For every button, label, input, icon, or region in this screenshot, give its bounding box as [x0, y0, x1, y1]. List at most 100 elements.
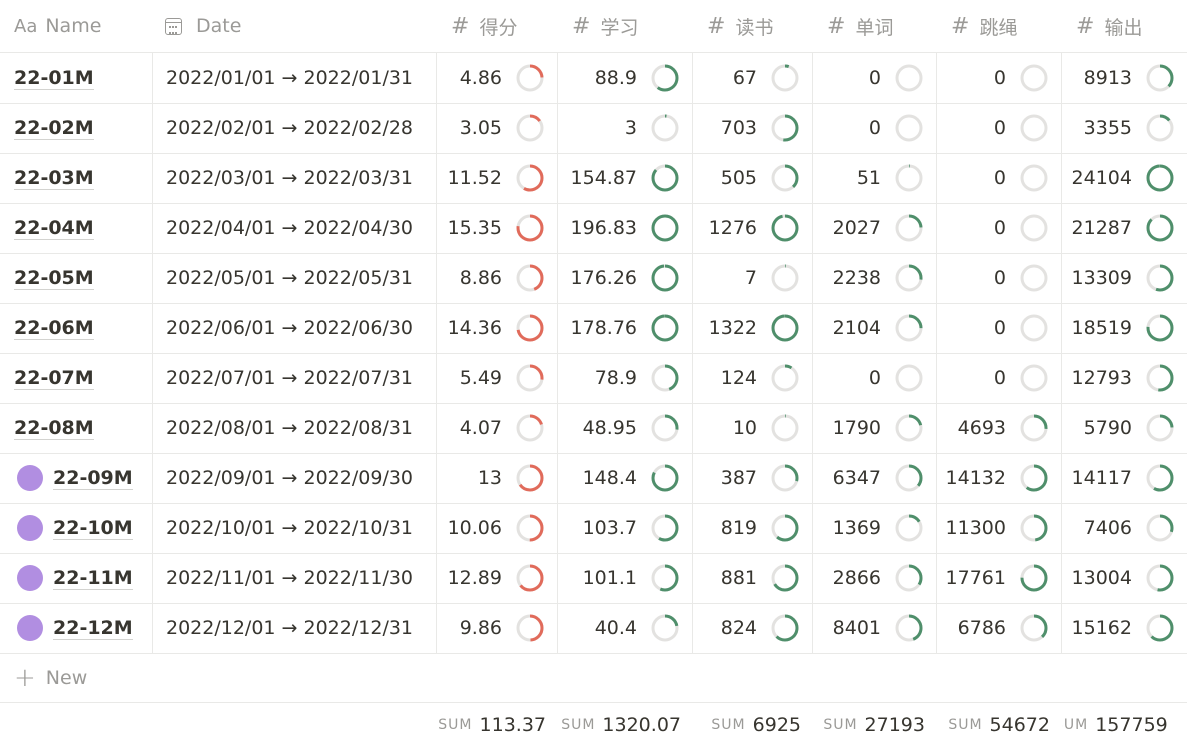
row-title-link[interactable]: 22-09M [53, 467, 133, 490]
output-cell[interactable]: 24104 [1062, 153, 1187, 203]
output-cell[interactable]: 3355 [1062, 103, 1187, 153]
date-cell[interactable]: 2022/08/01 → 2022/08/31 [153, 403, 437, 453]
jumprope-cell[interactable]: 0 [937, 153, 1062, 203]
score-cell[interactable]: 12.89 [437, 553, 558, 603]
name-cell[interactable]: 22-10M [0, 503, 153, 553]
name-cell[interactable]: 22-12M [0, 603, 153, 653]
study-cell[interactable]: 148.4 [558, 453, 693, 503]
study-cell[interactable]: 176.26 [558, 253, 693, 303]
output-cell[interactable]: 18519 [1062, 303, 1187, 353]
table-row[interactable]: 22-02M 2022/02/01 → 2022/02/28 3.05 3 703 0 0 3… [0, 103, 1187, 154]
row-title-link[interactable]: 22-02M [14, 117, 94, 140]
column-header-score[interactable]: # 得分 [437, 0, 558, 52]
jumprope-cell[interactable]: 11300 [937, 503, 1062, 553]
sum-cell-output[interactable]: SUM 157759 [1062, 702, 1187, 748]
jumprope-cell[interactable]: 0 [937, 53, 1062, 103]
output-cell[interactable]: 8913 [1062, 53, 1187, 103]
study-cell[interactable]: 101.1 [558, 553, 693, 603]
reading-cell[interactable]: 819 [693, 503, 813, 553]
reading-cell[interactable]: 824 [693, 603, 813, 653]
words-cell[interactable]: 1790 [813, 403, 937, 453]
row-title-link[interactable]: 22-10M [53, 517, 133, 540]
table-row[interactable]: 22-06M 2022/06/01 → 2022/06/30 14.36 178.76… [0, 303, 1187, 354]
jumprope-cell[interactable]: 0 [937, 203, 1062, 253]
score-cell[interactable]: 3.05 [437, 103, 558, 153]
reading-cell[interactable]: 10 [693, 403, 813, 453]
date-cell[interactable]: 2022/04/01 → 2022/04/30 [153, 203, 437, 253]
row-title-link[interactable]: 22-11M [53, 567, 133, 590]
jumprope-cell[interactable]: 0 [937, 253, 1062, 303]
score-cell[interactable]: 10.06 [437, 503, 558, 553]
column-header-words[interactable]: # 单词 [813, 0, 937, 52]
words-cell[interactable]: 6347 [813, 453, 937, 503]
table-row[interactable]: 22-10M 2022/10/01 → 2022/10/31 10.06 103.7 8… [0, 503, 1187, 554]
study-cell[interactable]: 3 [558, 103, 693, 153]
score-cell[interactable]: 14.36 [437, 303, 558, 353]
reading-cell[interactable]: 1276 [693, 203, 813, 253]
date-cell[interactable]: 2022/02/01 → 2022/02/28 [153, 103, 437, 153]
name-cell[interactable]: 22-02M [0, 103, 153, 153]
sum-cell-words[interactable]: SUM 27193 [813, 702, 937, 748]
column-header-jumprope[interactable]: # 跳绳 [937, 0, 1062, 52]
table-row[interactable]: 22-05M 2022/05/01 → 2022/05/31 8.86 176.26 7… [0, 253, 1187, 304]
row-title-link[interactable]: 22-12M [53, 617, 133, 640]
study-cell[interactable]: 154.87 [558, 153, 693, 203]
reading-cell[interactable]: 703 [693, 103, 813, 153]
jumprope-cell[interactable]: 17761 [937, 553, 1062, 603]
table-row[interactable]: 22-09M 2022/09/01 → 2022/09/30 13 148.4 387 6… [0, 453, 1187, 504]
study-cell[interactable]: 196.83 [558, 203, 693, 253]
reading-cell[interactable]: 387 [693, 453, 813, 503]
table-row[interactable]: 22-07M 2022/07/01 → 2022/07/31 5.49 78.9 124… [0, 353, 1187, 404]
name-cell[interactable]: 22-04M [0, 203, 153, 253]
new-row-button[interactable]: + New [0, 654, 1187, 703]
table-row[interactable]: 22-04M 2022/04/01 → 2022/04/30 15.35 196.83… [0, 203, 1187, 254]
reading-cell[interactable]: 7 [693, 253, 813, 303]
study-cell[interactable]: 178.76 [558, 303, 693, 353]
row-title-link[interactable]: 22-06M [14, 317, 94, 340]
column-header-name[interactable]: Aa Name [0, 0, 153, 52]
words-cell[interactable]: 0 [813, 103, 937, 153]
column-header-study[interactable]: # 学习 [558, 0, 693, 52]
date-cell[interactable]: 2022/06/01 → 2022/06/30 [153, 303, 437, 353]
words-cell[interactable]: 51 [813, 153, 937, 203]
row-title-link[interactable]: 22-01M [14, 67, 94, 90]
reading-cell[interactable]: 124 [693, 353, 813, 403]
words-cell[interactable]: 2866 [813, 553, 937, 603]
column-header-date[interactable]: Date [153, 0, 437, 52]
words-cell[interactable]: 2238 [813, 253, 937, 303]
reading-cell[interactable]: 67 [693, 53, 813, 103]
sum-cell-jumprope[interactable]: SUM 54672 [937, 702, 1062, 748]
score-cell[interactable]: 15.35 [437, 203, 558, 253]
words-cell[interactable]: 2027 [813, 203, 937, 253]
output-cell[interactable]: 12793 [1062, 353, 1187, 403]
sum-cell-reading[interactable]: SUM 6925 [693, 702, 813, 748]
table-row[interactable]: 22-12M 2022/12/01 → 2022/12/31 9.86 40.4 824… [0, 603, 1187, 654]
table-row[interactable]: 22-03M 2022/03/01 → 2022/03/31 11.52 154.87… [0, 153, 1187, 204]
words-cell[interactable]: 2104 [813, 303, 937, 353]
output-cell[interactable]: 13309 [1062, 253, 1187, 303]
reading-cell[interactable]: 881 [693, 553, 813, 603]
table-row[interactable]: 22-08M 2022/08/01 → 2022/08/31 4.07 48.95 10… [0, 403, 1187, 454]
row-title-link[interactable]: 22-08M [14, 417, 94, 440]
name-cell[interactable]: 22-01M [0, 53, 153, 103]
jumprope-cell[interactable]: 0 [937, 353, 1062, 403]
reading-cell[interactable]: 505 [693, 153, 813, 203]
name-cell[interactable]: 22-11M [0, 553, 153, 603]
score-cell[interactable]: 4.07 [437, 403, 558, 453]
jumprope-cell[interactable]: 4693 [937, 403, 1062, 453]
words-cell[interactable]: 0 [813, 353, 937, 403]
jumprope-cell[interactable]: 0 [937, 103, 1062, 153]
row-title-link[interactable]: 22-07M [14, 367, 94, 390]
study-cell[interactable]: 103.7 [558, 503, 693, 553]
jumprope-cell[interactable]: 6786 [937, 603, 1062, 653]
output-cell[interactable]: 7406 [1062, 503, 1187, 553]
date-cell[interactable]: 2022/11/01 → 2022/11/30 [153, 553, 437, 603]
output-cell[interactable]: 13004 [1062, 553, 1187, 603]
study-cell[interactable]: 78.9 [558, 353, 693, 403]
date-cell[interactable]: 2022/12/01 → 2022/12/31 [153, 603, 437, 653]
date-cell[interactable]: 2022/03/01 → 2022/03/31 [153, 153, 437, 203]
score-cell[interactable]: 4.86 [437, 53, 558, 103]
date-cell[interactable]: 2022/07/01 → 2022/07/31 [153, 353, 437, 403]
name-cell[interactable]: 22-07M [0, 353, 153, 403]
sum-cell-study[interactable]: SUM 1320.07 [558, 702, 693, 748]
